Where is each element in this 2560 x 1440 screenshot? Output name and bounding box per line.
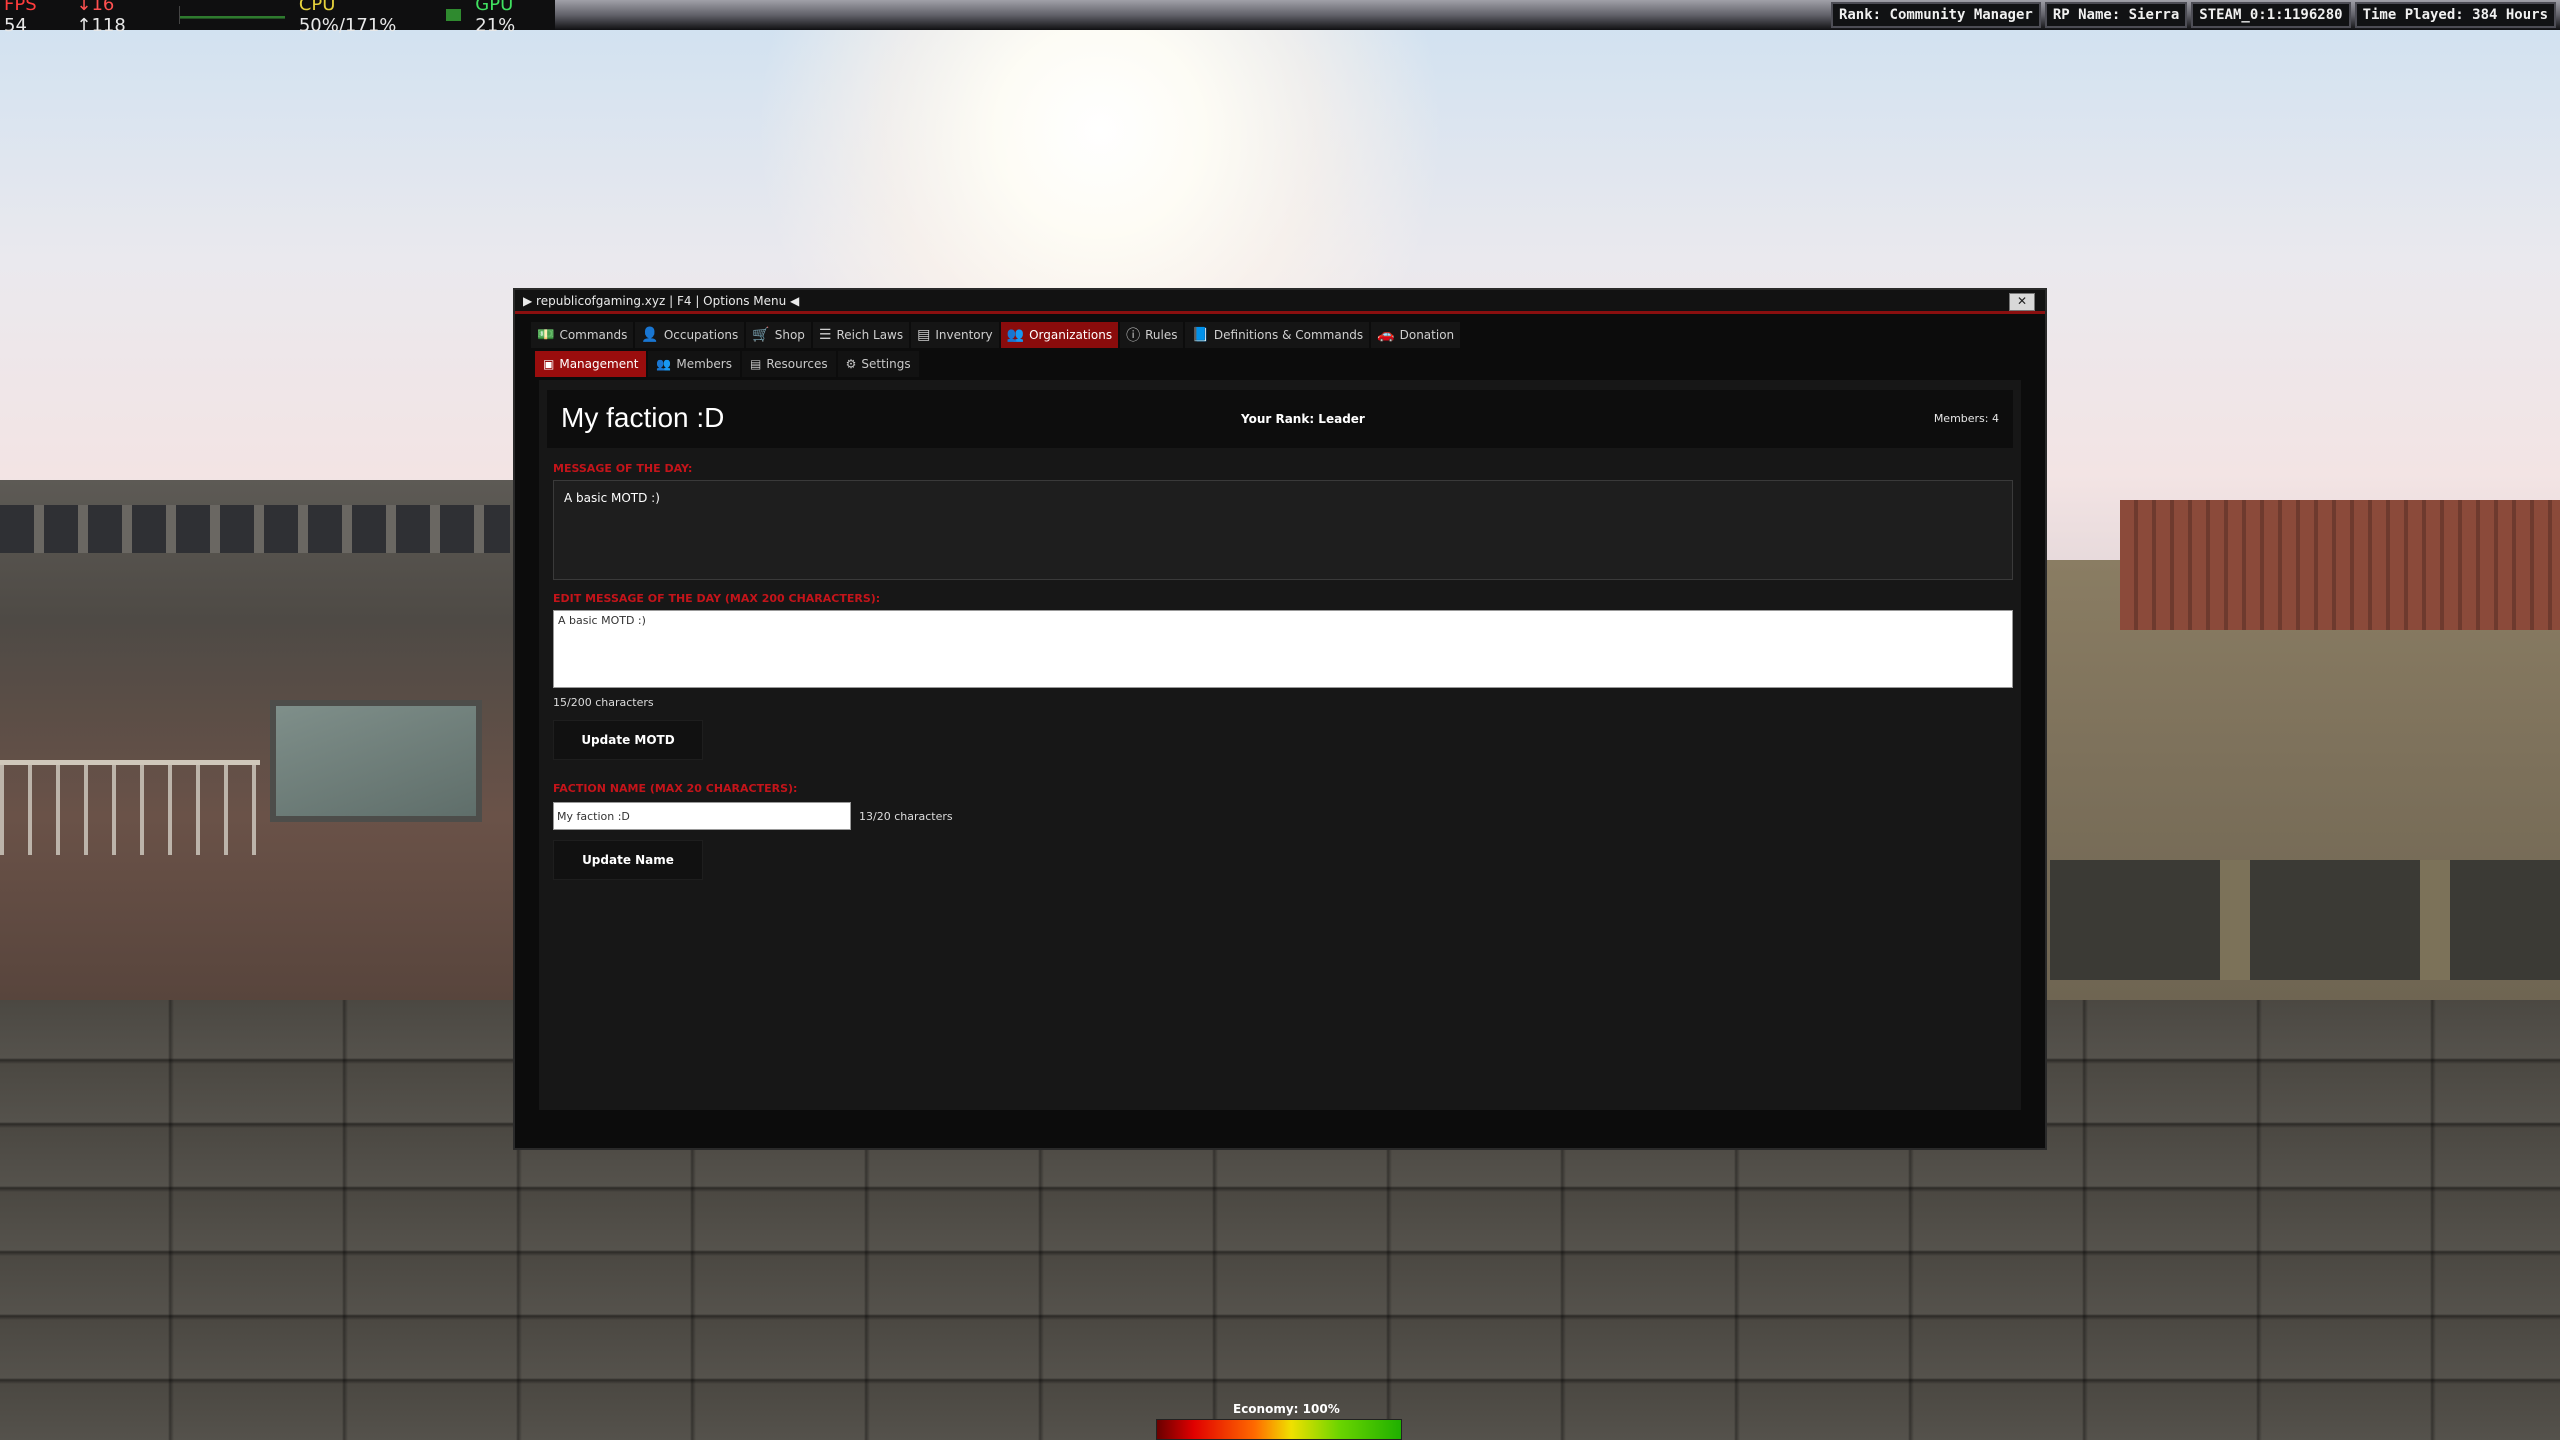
faction-name-field[interactable] [553, 802, 851, 830]
members-count: Members: 4 [1933, 412, 1999, 425]
window-title: ▶ republicofgaming.xyz | F4 | Options Me… [523, 294, 800, 308]
scene-building-right [2040, 560, 2560, 1060]
box-icon: ▤ [917, 327, 931, 343]
card-icon: ▣ [543, 357, 555, 371]
scene-arches [2050, 860, 2560, 980]
resources-icon: ▤ [749, 357, 762, 371]
your-rank: Your Rank: Leader [1241, 412, 1365, 426]
members-icon: 👥 [656, 357, 672, 371]
organization-subtabs: ▣ Management 👥 Members ▤ Resources ⚙ Set… [535, 351, 919, 377]
scene-railing [0, 760, 260, 855]
gpu-readout: GPU 21% [475, 0, 516, 36]
update-name-button[interactable]: Update Name [553, 840, 703, 880]
list-icon: ☰ [818, 327, 832, 343]
update-motd-button[interactable]: Update MOTD [553, 720, 703, 760]
tab-occupations[interactable]: 👤 Occupations [635, 322, 745, 348]
subtab-resources[interactable]: ▤ Resources [741, 351, 836, 377]
hud-top-bar: FPS 54 ↓16 ↑118 CPU 50%/171% GPU 21% Ran… [0, 0, 2560, 36]
close-button[interactable]: ✕ [2009, 293, 2035, 311]
tab-reich-laws[interactable]: ☰ Reich Laws [812, 322, 910, 348]
player-stats: Rank: Community Manager RP Name: Sierra … [1830, 2, 2556, 28]
group-icon: 👥 [1006, 327, 1025, 343]
cart-icon: 🛒 [752, 327, 770, 343]
tab-definitions-commands[interactable]: 📘 Definitions & Commands [1185, 322, 1370, 348]
options-menu-window: ▶ republicofgaming.xyz | F4 | Options Me… [513, 288, 2047, 1150]
tab-rules[interactable]: ⓘ Rules [1120, 322, 1184, 348]
frametime-graph [179, 6, 285, 24]
book-icon: 📘 [1191, 327, 1209, 343]
person-icon: 👤 [641, 327, 659, 343]
steam-id-stat: STEAM_0:1:1196280 [2191, 2, 2351, 28]
motd-text: A basic MOTD :) [564, 491, 660, 505]
motd-display: A basic MOTD :) [553, 480, 2013, 580]
gpu-graph [446, 9, 462, 21]
main-tabs: 💵 Commands 👤 Occupations 🛒 Shop ☰ Reich … [531, 322, 1461, 348]
subtab-settings[interactable]: ⚙ Settings [837, 351, 919, 377]
rank-stat: Rank: Community Manager [1830, 2, 2041, 28]
subtab-members[interactable]: 👥 Members [648, 351, 740, 377]
rp-name-stat: RP Name: Sierra [2044, 2, 2188, 28]
edit-motd-label: EDIT MESSAGE OF THE DAY (MAX 200 CHARACT… [553, 592, 881, 605]
management-panel: My faction :D Your Rank: Leader Members:… [539, 380, 2021, 1110]
network-readout: ↓16 ↑118 [76, 0, 126, 36]
money-icon: 💵 [537, 327, 555, 343]
scene-glass-roof [270, 700, 482, 822]
cpu-readout: CPU 50%/171% [298, 0, 397, 36]
tab-shop[interactable]: 🛒 Shop [746, 322, 811, 348]
info-icon: ⓘ [1126, 328, 1141, 344]
subtab-management[interactable]: ▣ Management [535, 351, 647, 377]
motd-edit-field[interactable]: A basic MOTD :) [553, 610, 2013, 688]
faction-name-label: FACTION NAME (MAX 20 CHARACTERS): [553, 782, 798, 795]
car-icon: 🚗 [1377, 327, 1395, 343]
window-titlebar[interactable]: ▶ republicofgaming.xyz | F4 | Options Me… [515, 290, 2045, 314]
time-played-stat: Time Played: 384 Hours [2354, 2, 2556, 28]
scene-roof-tiles [2120, 500, 2560, 630]
tab-inventory[interactable]: ▤ Inventory [911, 322, 999, 348]
economy-meter [1156, 1419, 1402, 1440]
perf-overlay: FPS 54 ↓16 ↑118 CPU 50%/171% GPU 21% [0, 0, 555, 36]
fps-readout: FPS 54 [4, 0, 37, 36]
tab-commands[interactable]: 💵 Commands [531, 322, 634, 348]
faction-header: My faction :D Your Rank: Leader Members:… [547, 390, 2013, 448]
tab-donation[interactable]: 🚗 Donation [1371, 322, 1461, 348]
tab-organizations[interactable]: 👥 Organizations [1000, 322, 1119, 348]
scene-windows [0, 505, 510, 553]
name-char-count: 13/20 characters [859, 810, 953, 823]
motd-char-count: 15/200 characters [553, 696, 654, 709]
faction-title: My faction :D [561, 402, 725, 433]
economy-label: Economy: 100% [1233, 1402, 1340, 1416]
motd-label: MESSAGE OF THE DAY: [553, 462, 693, 475]
gear-icon: ⚙ [845, 357, 857, 371]
